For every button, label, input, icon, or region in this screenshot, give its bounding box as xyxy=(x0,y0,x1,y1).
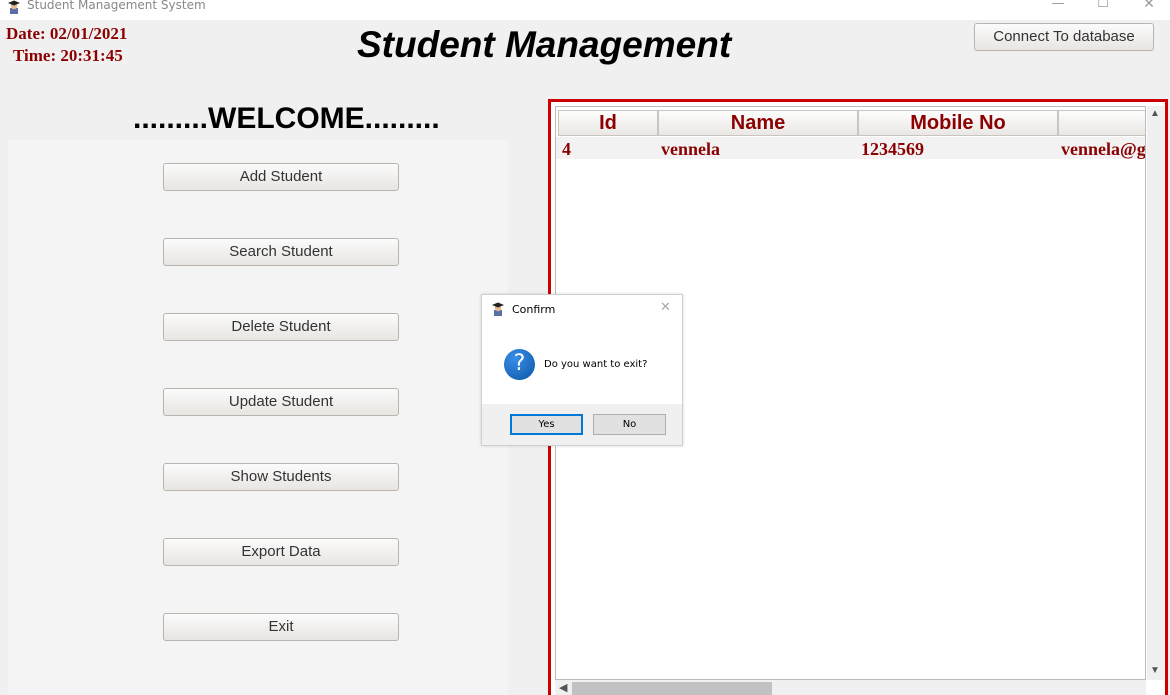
column-header-email[interactable] xyxy=(1058,110,1145,136)
confirm-dialog: Confirm ✕ ? Do you want to exit? Yes No xyxy=(481,294,683,446)
scroll-left-icon[interactable]: ◀ xyxy=(559,681,567,694)
cell-id: 4 xyxy=(562,139,571,159)
delete-student-button[interactable]: Delete Student xyxy=(163,313,399,341)
add-student-button[interactable]: Add Student xyxy=(163,163,399,191)
question-icon: ? xyxy=(504,349,535,380)
exit-button[interactable]: Exit xyxy=(163,613,399,641)
no-button[interactable]: No xyxy=(593,414,666,435)
page-title: Student Management xyxy=(357,24,732,65)
search-student-button[interactable]: Search Student xyxy=(163,238,399,266)
dialog-footer: Yes No xyxy=(482,404,682,445)
scroll-up-icon[interactable]: ▲ xyxy=(1150,108,1160,119)
update-student-button[interactable]: Update Student xyxy=(163,388,399,416)
cell-mobile: 1234569 xyxy=(861,139,924,159)
time-label: Time: 20:31:45 xyxy=(13,46,123,65)
horizontal-scrollbar[interactable]: ◀ xyxy=(555,680,1146,695)
menu-panel xyxy=(8,140,508,695)
close-icon[interactable]: ✕ xyxy=(660,300,671,315)
scroll-thumb[interactable] xyxy=(572,682,772,695)
export-data-button[interactable]: Export Data xyxy=(163,538,399,566)
column-header-name[interactable]: Name xyxy=(658,110,858,136)
title-bar: Student Management System — ☐ ✕ xyxy=(0,0,1170,20)
table-row[interactable]: 4 vennela 1234569 vennela@g xyxy=(556,137,1146,159)
vertical-scrollbar[interactable]: ▲ ▼ xyxy=(1147,106,1164,680)
date-label: Date: 02/01/2021 xyxy=(6,24,128,43)
student-avatar-icon xyxy=(492,302,504,316)
dialog-title: Confirm xyxy=(512,303,556,316)
dialog-message: Do you want to exit? xyxy=(544,359,648,370)
close-icon[interactable]: ✕ xyxy=(1139,0,1159,12)
scroll-down-icon[interactable]: ▼ xyxy=(1150,665,1160,676)
cell-email: vennela@g xyxy=(1061,139,1146,159)
show-students-button[interactable]: Show Students xyxy=(163,463,399,491)
maximize-icon[interactable]: ☐ xyxy=(1093,0,1113,12)
yes-button[interactable]: Yes xyxy=(510,414,583,435)
minimize-icon[interactable]: — xyxy=(1048,0,1068,12)
column-header-mobile[interactable]: Mobile No xyxy=(858,110,1058,136)
connect-database-button[interactable]: Connect To database xyxy=(974,23,1154,51)
student-avatar-icon xyxy=(8,0,20,14)
column-header-id[interactable]: Id xyxy=(558,110,658,136)
cell-name: vennela xyxy=(661,139,721,159)
app-window: Student Management System — ☐ ✕ Date: 02… xyxy=(0,0,1170,695)
window-title: Student Management System xyxy=(27,0,206,12)
welcome-heading: .........WELCOME......... xyxy=(133,102,440,135)
